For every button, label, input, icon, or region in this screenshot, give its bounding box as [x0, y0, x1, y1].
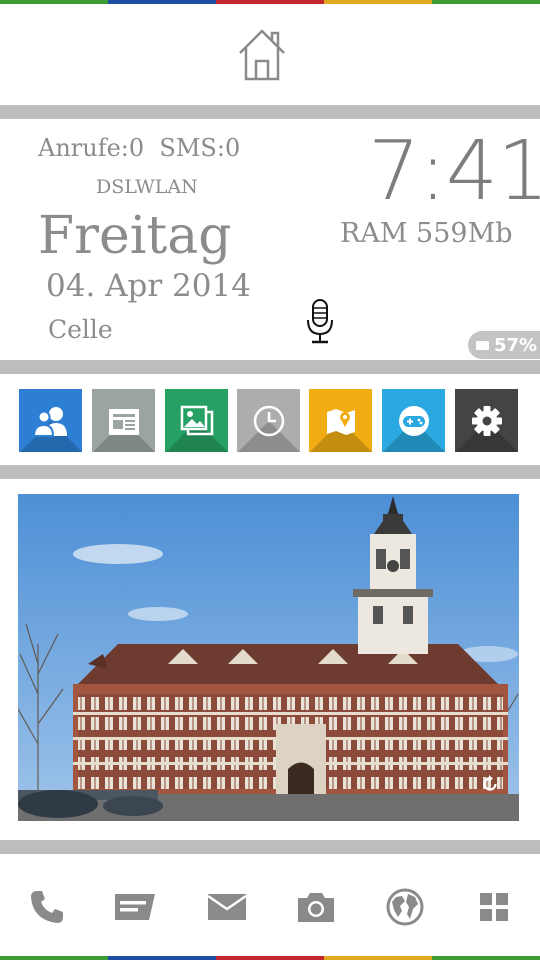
castle-photo: [18, 494, 519, 821]
ram-usage: RAM 559Mb: [340, 218, 513, 249]
app-tile-news[interactable]: [92, 389, 155, 452]
divider: [0, 105, 540, 119]
phone-icon: [31, 891, 63, 923]
date-label: 04. Apr 2014: [46, 268, 251, 304]
camera-icon: [298, 893, 334, 922]
dock-app-drawer[interactable]: [471, 884, 517, 930]
app-tile-settings[interactable]: [455, 389, 518, 452]
map-icon: [326, 408, 355, 435]
divider: [0, 840, 540, 854]
refresh-icon[interactable]: [477, 771, 503, 797]
weekday-label: Freitag: [38, 206, 232, 266]
home-outline-icon: [239, 29, 285, 81]
dock-phone[interactable]: [24, 884, 70, 930]
dock-messaging[interactable]: [112, 884, 158, 930]
microphone-icon: [307, 299, 333, 344]
gallery-icon: [180, 405, 213, 435]
bottom-color-stripe: [0, 956, 540, 960]
app-tile-clock[interactable]: [237, 389, 300, 452]
battery-icon: [476, 340, 489, 350]
app-grid-icon: [480, 893, 508, 921]
dock-browser[interactable]: [382, 884, 428, 930]
home-button[interactable]: [232, 24, 292, 84]
calls-sms-counter: Anrufe:0 SMS:0: [38, 134, 241, 162]
gamepad-icon: [398, 405, 429, 436]
battery-level: 57%: [494, 334, 538, 356]
app-tile-games[interactable]: [382, 389, 445, 452]
city-label: Celle: [48, 315, 113, 344]
news-icon: [108, 408, 139, 435]
clock-icon: [253, 405, 284, 436]
divider: [0, 360, 540, 374]
globe-icon: [386, 888, 424, 926]
dock-mail[interactable]: [204, 884, 250, 930]
dock-camera[interactable]: [293, 884, 339, 930]
contacts-icon: [32, 406, 67, 437]
settings-gear-icon: [471, 405, 502, 436]
app-tile-gallery[interactable]: [165, 389, 228, 452]
photo-widget[interactable]: [18, 494, 519, 821]
network-name: DSLWLAN: [96, 176, 198, 198]
app-tile-contacts[interactable]: [19, 389, 82, 452]
voice-search-button[interactable]: [304, 298, 336, 346]
mail-icon: [207, 894, 247, 920]
divider: [0, 465, 540, 479]
messaging-icon: [115, 894, 155, 920]
clock-time[interactable]: 7:41: [368, 124, 540, 219]
app-tile-map[interactable]: [309, 389, 372, 452]
battery-indicator: 57%: [468, 331, 540, 359]
top-color-stripe: [0, 0, 540, 4]
